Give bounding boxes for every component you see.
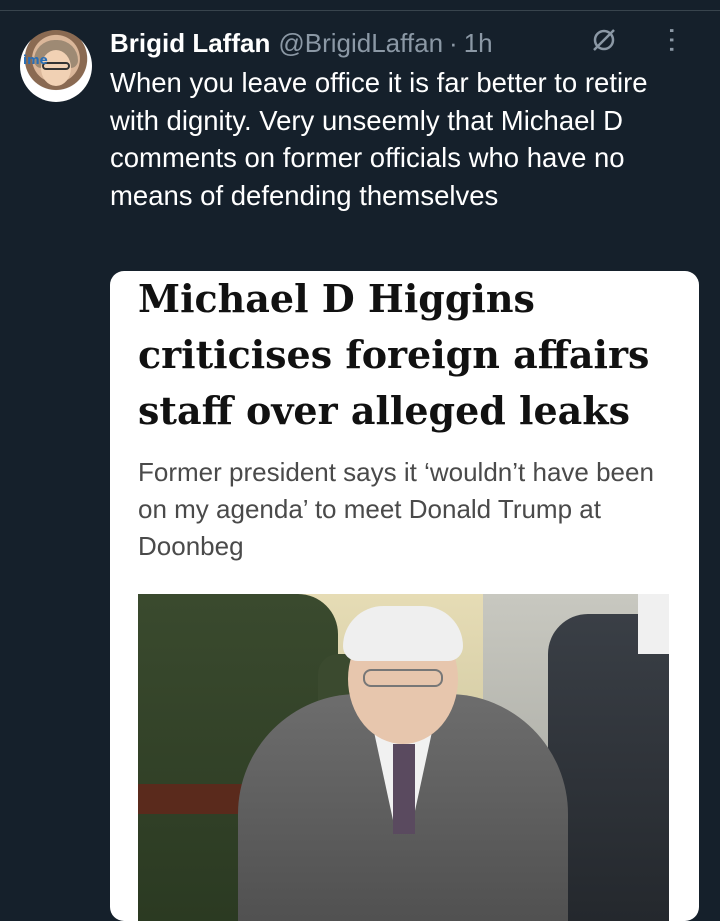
more-icon[interactable]: ⋯	[657, 26, 688, 54]
photo-hair	[343, 606, 463, 661]
photo-tie	[393, 744, 415, 834]
avatar[interactable]: ime	[20, 30, 92, 102]
separator-dot: ·	[449, 27, 458, 58]
card-headline: Michael D Higgins criticises foreign aff…	[138, 276, 650, 433]
top-divider	[0, 10, 720, 11]
grok-icon[interactable]	[590, 26, 618, 54]
tweet-text: When you leave office it is far better t…	[110, 67, 648, 211]
author-handle[interactable]: @BrigidLaffan	[278, 28, 443, 59]
photo-collar	[638, 594, 669, 654]
card-subhead: Former president says it ‘wouldn’t have …	[138, 457, 654, 561]
tweet-header: Brigid Laffan @BrigidLaffan · 1h	[110, 26, 493, 60]
author-name[interactable]: Brigid Laffan	[110, 28, 270, 59]
tweet-time[interactable]: 1h	[464, 28, 493, 59]
header-actions: ⋯	[590, 26, 688, 54]
avatar-badge: ime	[23, 53, 48, 67]
card-photo	[138, 594, 669, 921]
photo-glasses	[363, 669, 443, 687]
link-card[interactable]: Michael D Higgins criticises foreign aff…	[110, 271, 699, 921]
